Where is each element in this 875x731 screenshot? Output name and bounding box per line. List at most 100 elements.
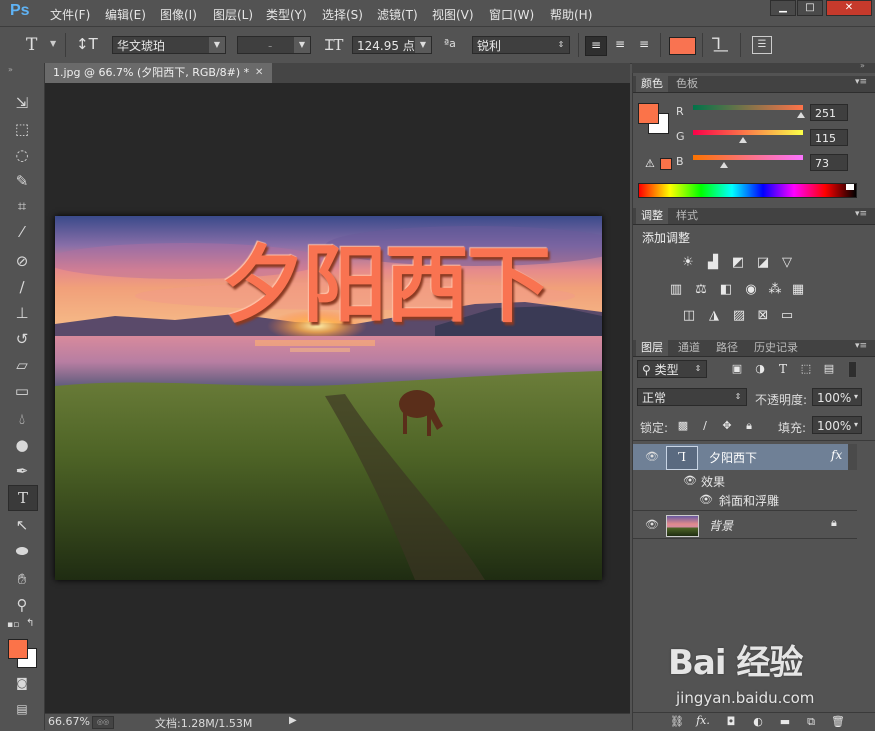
canvas-text-layer[interactable]: 夕阳西下 — [221, 218, 551, 339]
layers-scrollbar[interactable] — [848, 444, 857, 470]
pen-tool-icon[interactable]: ✒︎ — [8, 459, 36, 483]
new-layer-icon[interactable]: ⧉ — [803, 715, 819, 729]
menu-image[interactable]: 图像(I) — [160, 6, 197, 23]
menu-view[interactable]: 视图(V) — [432, 6, 474, 23]
document-canvas[interactable]: 夕阳西下 — [55, 216, 602, 580]
history-brush-tool-icon[interactable]: ↺ — [8, 327, 36, 351]
black-white-icon[interactable]: ◧ — [718, 283, 734, 297]
filter-pixel-icon[interactable]: ▣ — [729, 362, 745, 376]
channel-mixer-icon[interactable]: ⁂ — [767, 283, 783, 297]
close-tab-icon[interactable]: ✕ — [255, 63, 263, 83]
threshold-icon[interactable]: ▨ — [731, 309, 747, 323]
menu-edit[interactable]: 编辑(E) — [105, 6, 146, 23]
menu-layer[interactable]: 图层(L) — [213, 6, 253, 23]
layer-effect-row[interactable]: 👁︎ 斜面和浮雕 — [633, 489, 857, 511]
color-lookup-icon[interactable]: ▦ — [790, 283, 806, 297]
quick-select-tool-icon[interactable]: ✎ — [8, 169, 36, 193]
dodge-tool-icon[interactable]: ● — [8, 433, 36, 457]
align-center-icon[interactable]: ≡ — [610, 36, 630, 54]
panel-menu-icon[interactable]: ▾≡ — [855, 341, 867, 351]
crop-tool-icon[interactable]: ⌗ — [8, 194, 36, 218]
foreground-color-swatch[interactable] — [8, 639, 28, 659]
vibrance-icon[interactable]: ▽ — [779, 256, 795, 270]
gradient-tool-icon[interactable]: ▭ — [8, 379, 36, 403]
color-balance-icon[interactable]: ⚖ — [693, 283, 709, 297]
lock-pixels-icon[interactable]: ∕ — [697, 419, 713, 433]
zoom-tool-icon[interactable]: ⚲ — [8, 593, 36, 617]
status-info-icon[interactable]: ◎◎ — [92, 716, 114, 729]
green-value-field[interactable]: 115 — [810, 129, 848, 146]
brightness-icon[interactable]: ☀ — [680, 256, 696, 270]
posterize-icon[interactable]: ◮ — [706, 309, 722, 323]
minimize-button[interactable]: ▁ — [770, 0, 796, 16]
menu-window[interactable]: 窗口(W) — [489, 6, 534, 23]
exposure-icon[interactable]: ◪ — [755, 256, 771, 270]
tab-adjustments[interactable]: 调整 — [636, 208, 668, 224]
tab-layers[interactable]: 图层 — [636, 340, 668, 356]
close-button[interactable]: ✕ — [826, 0, 872, 16]
blur-tool-icon[interactable]: 💧︎ — [8, 407, 36, 431]
tab-color[interactable]: 颜色 — [636, 76, 668, 92]
spectrum-white-swatch[interactable] — [846, 184, 854, 190]
screen-mode-icon[interactable]: ▤ — [8, 697, 36, 721]
swap-colors-icon[interactable]: ↰ — [26, 618, 34, 629]
green-slider-thumb[interactable] — [738, 137, 747, 143]
out-of-gamut-warning-icon[interactable]: ⚠ — [645, 157, 655, 170]
new-group-icon[interactable]: ▬ — [777, 715, 793, 729]
layer-fx-badge[interactable]: fx — [831, 448, 842, 462]
filter-toggle[interactable] — [848, 361, 857, 378]
red-value-field[interactable]: 251 — [810, 104, 848, 121]
antialias-select[interactable]: 锐利 ⇕ — [472, 36, 570, 54]
blue-value-field[interactable]: 73 — [810, 154, 848, 171]
align-left-icon[interactable]: ≡ — [585, 36, 607, 56]
delete-layer-icon[interactable]: 🗑︎ — [830, 715, 846, 729]
layer-filter-select[interactable]: ⚲ 类型 ⇕ — [637, 360, 707, 378]
menu-file[interactable]: 文件(F) — [50, 6, 90, 23]
blue-slider-thumb[interactable] — [720, 162, 729, 168]
font-family-select[interactable]: 华文琥珀 ▼ — [112, 36, 226, 54]
green-slider[interactable] — [693, 130, 803, 135]
move-tool-icon[interactable]: ⇲ — [8, 91, 36, 115]
add-style-icon[interactable]: fx. — [695, 714, 711, 728]
layer-row-background[interactable]: 👁︎ 背景 🔒︎ — [633, 512, 857, 538]
levels-icon[interactable]: ▟ — [705, 256, 721, 270]
text-color-swatch[interactable] — [669, 37, 696, 55]
red-slider[interactable] — [693, 105, 803, 110]
menu-type[interactable]: 类型(Y) — [266, 6, 307, 23]
curves-icon[interactable]: ◩ — [730, 256, 746, 270]
layer-name[interactable]: 夕阳西下 — [709, 449, 757, 466]
hue-saturation-icon[interactable]: ▥ — [668, 283, 684, 297]
marquee-tool-icon[interactable]: ⬚ — [8, 117, 36, 141]
link-layers-icon[interactable]: ⛓︎ — [669, 715, 685, 729]
menu-select[interactable]: 选择(S) — [322, 6, 363, 23]
color-foreground-swatch[interactable] — [638, 103, 659, 124]
layer-row-text[interactable]: 👁︎ Ꞁ 夕阳西下 fx — [633, 444, 857, 470]
menu-help[interactable]: 帮助(H) — [550, 6, 592, 23]
ellipse-tool-icon[interactable]: ⬬ — [8, 539, 36, 563]
clone-stamp-tool-icon[interactable]: ⊥ — [8, 301, 36, 325]
zoom-level[interactable]: 66.67% — [48, 715, 90, 728]
maximize-button[interactable]: □ — [797, 0, 823, 16]
healing-brush-tool-icon[interactable]: ⊘ — [8, 249, 36, 273]
quick-mask-icon[interactable]: ◙ — [8, 671, 36, 695]
document-tab[interactable]: 1.jpg @ 66.7% (夕阳西下, RGB/8#) * ✕ — [45, 63, 272, 83]
font-size-select[interactable]: 124.95 点 ▼ — [352, 36, 432, 54]
panel-collapse-icon[interactable]: » — [8, 65, 13, 74]
align-right-icon[interactable]: ≡ — [634, 36, 654, 54]
visibility-eye-icon[interactable]: 👁︎ — [645, 450, 659, 463]
filter-smart-icon[interactable]: ▤ — [821, 362, 837, 376]
layer-name[interactable]: 背景 — [709, 517, 733, 534]
font-style-select[interactable]: - ▼ — [237, 36, 311, 54]
red-slider-thumb[interactable] — [797, 112, 806, 118]
selective-color-icon[interactable]: ⊠ — [755, 309, 771, 323]
lasso-tool-icon[interactable]: ◌ — [8, 143, 36, 167]
warp-text-icon[interactable]: Ꞁ͟ — [712, 34, 721, 53]
tab-paths[interactable]: 路径 — [711, 340, 743, 356]
tab-styles[interactable]: 样式 — [671, 208, 703, 224]
panel-menu-icon[interactable]: ▾≡ — [855, 209, 867, 219]
add-mask-icon[interactable]: ◘ — [723, 715, 739, 729]
chevron-down-icon[interactable]: ▼ — [50, 39, 56, 48]
lock-position-icon[interactable]: ✥ — [719, 419, 735, 433]
invert-icon[interactable]: ◫ — [681, 309, 697, 323]
filter-type-icon[interactable]: T — [775, 362, 791, 376]
